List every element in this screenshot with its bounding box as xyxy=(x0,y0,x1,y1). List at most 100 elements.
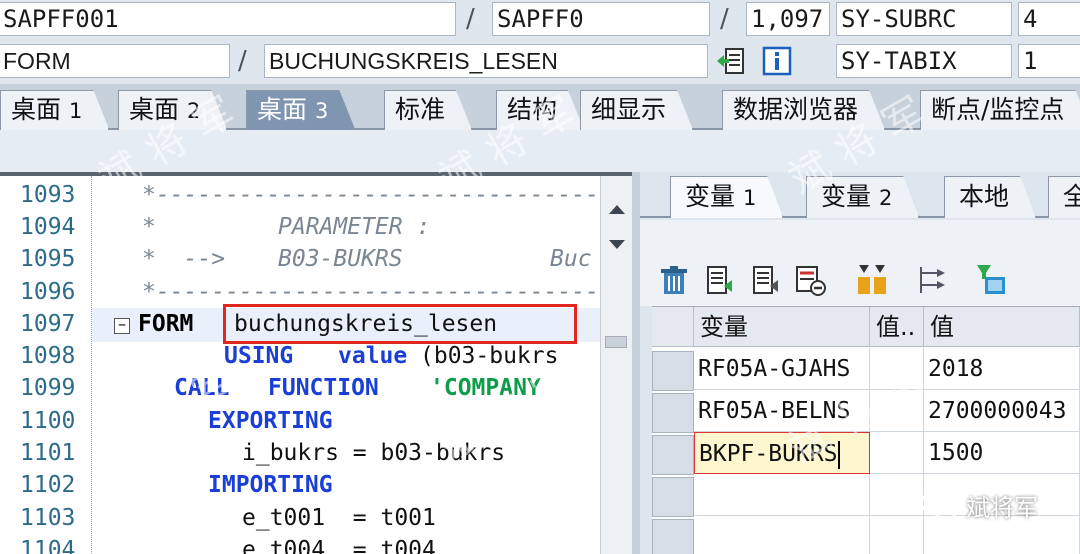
tab-label: 标准 xyxy=(395,95,446,124)
tab-locals[interactable]: 本地 xyxy=(944,176,1036,218)
header-row-2: FORM / BUCHUNGSKREIS_LESEN SY-TABIX 1 xyxy=(0,40,1080,84)
separator: / xyxy=(720,4,729,34)
sort-icon[interactable] xyxy=(854,262,890,298)
empty-cell xyxy=(870,474,924,516)
row-selector[interactable] xyxy=(652,519,694,554)
comment-line: *--------------------------------- xyxy=(142,182,600,208)
debugger-tab-bar: 桌面 1 桌面 2 桌面 3 标准 结构 细显示 数据浏览器 断点/监控点 xyxy=(0,84,1080,130)
fold-toggle[interactable]: − xyxy=(114,318,130,334)
highlight-box xyxy=(223,304,577,344)
tab-structure[interactable]: 结构 xyxy=(496,90,584,130)
tab-desktop-3[interactable]: 桌面 3 xyxy=(246,90,355,130)
empty-cell[interactable] xyxy=(694,516,870,554)
code-area[interactable]: *--------------------------------- * PAR… xyxy=(92,176,600,554)
variables-toolbar xyxy=(640,220,1080,306)
tab-label: 桌面 xyxy=(257,95,308,124)
tab-label: 桌面 xyxy=(129,95,180,124)
variable-input-text: BKPF-BUKRS xyxy=(699,441,838,467)
line-number: 1093 xyxy=(20,182,76,208)
row-selector[interactable] xyxy=(652,393,694,433)
tab-label: 变量 xyxy=(685,182,736,211)
tab-label: 断点/监控点 xyxy=(931,95,1065,124)
value-cell[interactable]: 1500 xyxy=(924,432,1080,474)
string-literal: 'COMPANY xyxy=(430,375,541,401)
sy-tabix-value[interactable]: 1 xyxy=(1018,44,1080,78)
tab-number: 2 xyxy=(186,99,201,123)
tab-desktop-2[interactable]: 桌面 2 xyxy=(118,90,227,130)
column-header-value[interactable]: 值 xyxy=(924,307,1080,347)
row-selector[interactable] xyxy=(652,351,694,391)
watermark-footer-text: 斌将军 xyxy=(966,494,1038,522)
pane-splitter[interactable] xyxy=(632,172,640,554)
column-header-variable[interactable]: 变量 xyxy=(694,307,870,347)
insert-variable-icon[interactable] xyxy=(702,262,738,298)
tab-number: 1 xyxy=(68,99,83,123)
tab-desktop-1[interactable]: 桌面 1 xyxy=(0,90,109,130)
include-field[interactable]: SAPFF0 xyxy=(492,2,710,36)
header-row-1: SAPFF001 / SAPFF0 / 1,097 SY-SUBRC 4 xyxy=(0,0,1080,40)
watermark-footer: 斌将军 xyxy=(920,488,1038,523)
line-number-gutter: 1093 1094 1095 1096 1097 1098 1099 1100 … xyxy=(0,176,92,554)
call-keyword: CALL xyxy=(174,375,230,401)
tab-number: 3 xyxy=(314,99,329,123)
code-text: e_t001 = t001 xyxy=(242,505,436,531)
remove-variable-icon[interactable] xyxy=(792,262,828,298)
scroll-up-icon[interactable] xyxy=(607,202,627,216)
line-number-field[interactable]: 1,097 xyxy=(746,2,830,36)
filter-icon[interactable] xyxy=(974,262,1010,298)
variable-cell[interactable]: RF05A-GJAHS xyxy=(694,348,870,390)
importing-keyword: IMPORTING xyxy=(208,472,333,498)
code-text: e_t004 = t004 xyxy=(242,537,436,554)
display-variable-icon[interactable] xyxy=(748,262,784,298)
line-number: 1097 xyxy=(20,311,76,337)
variable-cell[interactable]: RF05A-BELNS xyxy=(694,390,870,432)
tab-breakpoints[interactable]: 断点/监控点 xyxy=(920,90,1080,130)
line-number: 1101 xyxy=(20,440,76,466)
comment-line: * --> xyxy=(142,246,226,272)
form-keyword: FORM xyxy=(138,311,194,337)
tab-label: 变量 xyxy=(821,182,872,211)
comment-line: * xyxy=(142,214,156,240)
line-number: 1099 xyxy=(20,375,76,401)
event-type-field[interactable]: FORM xyxy=(0,44,230,78)
editor-scrollbar[interactable] xyxy=(600,176,632,554)
empty-cell[interactable] xyxy=(694,474,870,516)
tab-globals[interactable]: 全 xyxy=(1048,176,1080,218)
source-editor[interactable]: 1093 1094 1095 1096 1097 1098 1099 1100 … xyxy=(0,172,632,554)
comment-line: PARAMETER : xyxy=(278,214,431,240)
tab-detail-display[interactable]: 细显示 xyxy=(580,90,693,130)
tab-variables-2[interactable]: 变量 2 xyxy=(806,176,919,218)
sy-tabix-label: SY-TABIX xyxy=(836,44,1012,78)
tab-label: 细显示 xyxy=(591,95,667,124)
delete-icon[interactable] xyxy=(656,262,692,298)
display-source-icon[interactable] xyxy=(714,44,748,78)
tab-variables-1[interactable]: 变量 1 xyxy=(670,176,783,218)
info-icon[interactable] xyxy=(760,44,794,78)
scroll-down-icon[interactable] xyxy=(607,238,627,252)
row-selector[interactable] xyxy=(652,435,694,475)
wechat-icon xyxy=(920,490,959,520)
row-selector[interactable] xyxy=(652,477,694,517)
tab-label: 桌面 xyxy=(11,95,62,124)
value-type-cell xyxy=(870,390,924,432)
value-cell[interactable]: 2700000043 xyxy=(924,390,1080,432)
value-cell[interactable]: 2018 xyxy=(924,348,1080,390)
exporting-keyword: EXPORTING xyxy=(208,408,333,434)
column-header-value-type[interactable]: 值.. xyxy=(870,307,924,347)
variable-input-cell[interactable]: BKPF-BUKRS xyxy=(694,432,870,474)
scroll-thumb[interactable] xyxy=(605,336,627,348)
tab-data-explorer[interactable]: 数据浏览器 xyxy=(722,90,885,130)
line-number: 1104 xyxy=(20,537,76,554)
tab-standard[interactable]: 标准 xyxy=(384,90,472,130)
grid-corner xyxy=(652,307,694,347)
event-name-field[interactable]: BUCHUNGSKREIS_LESEN xyxy=(264,44,708,78)
value-keyword: value xyxy=(338,343,408,369)
transfer-icon[interactable] xyxy=(914,262,950,298)
sy-subrc-label: SY-SUBRC xyxy=(836,2,1012,36)
program-field[interactable]: SAPFF001 xyxy=(0,2,456,36)
tab-label: 本地 xyxy=(959,182,1010,211)
tool-band xyxy=(0,130,1080,172)
sy-subrc-value[interactable]: 4 xyxy=(1018,2,1080,36)
line-number: 1095 xyxy=(20,246,76,272)
comment-line: *--------------------------------- xyxy=(142,279,600,305)
